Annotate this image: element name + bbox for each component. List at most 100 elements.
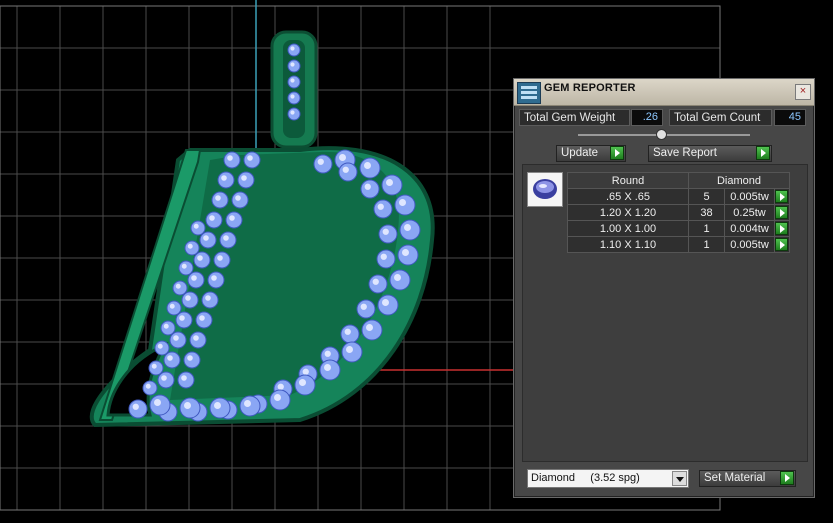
select-row-button[interactable] (775, 190, 788, 203)
gem-stone (177, 371, 195, 389)
gem-highlight (377, 203, 384, 210)
table-row: 1.20 X 1.20 38 0.25tw (567, 204, 790, 221)
gem-stone (399, 219, 421, 241)
save-report-button[interactable]: Save Report (648, 145, 772, 162)
close-button[interactable]: × (795, 84, 811, 100)
gem-highlight (181, 263, 187, 269)
gem-highlight (223, 235, 229, 241)
gem-stone (239, 395, 261, 417)
gem-stone (359, 157, 381, 179)
gem-highlight (227, 155, 233, 161)
gem-highlight (364, 183, 371, 190)
gem-stone (184, 240, 200, 256)
round-gem-icon[interactable] (527, 172, 563, 207)
gem-stone (394, 194, 416, 216)
select-row-button[interactable] (775, 206, 788, 219)
gem-stone (243, 151, 261, 169)
gem-highlight (145, 383, 151, 389)
gem-highlight (215, 195, 221, 201)
gem-stone (172, 280, 188, 296)
gem-stone (217, 171, 235, 189)
slider-handle[interactable] (656, 129, 667, 140)
gem-highlight (221, 175, 227, 181)
gem-highlight (173, 335, 179, 341)
gem-stone (287, 91, 301, 105)
gem-stone (376, 249, 396, 269)
gem-stone (313, 154, 333, 174)
gem-stone (338, 162, 358, 182)
gem-highlight (366, 324, 373, 331)
gem-highlight (302, 368, 309, 375)
gem-stone (377, 294, 399, 316)
gem-highlight (175, 283, 181, 289)
gem-highlight (274, 394, 281, 401)
save-report-go-icon (756, 146, 770, 160)
gem-stone (225, 211, 243, 229)
gem-count: 1 (688, 220, 725, 237)
gem-highlight (203, 235, 209, 241)
gem-stone (201, 291, 219, 309)
update-label: Update (561, 147, 599, 159)
shape-header: Round (567, 172, 689, 189)
gem-highlight (187, 355, 193, 361)
material-select[interactable]: Diamond (3.52 spg) (527, 469, 689, 488)
material-header: Diamond (688, 172, 790, 189)
gem-stone (207, 271, 225, 289)
gem-highlight (163, 323, 169, 329)
select-row-button[interactable] (775, 238, 788, 251)
gem-highlight (199, 315, 205, 321)
gem-highlight (132, 403, 139, 410)
gem-highlight (193, 335, 199, 341)
gem-stone (287, 43, 301, 57)
chevron-down-icon[interactable] (672, 471, 687, 486)
gem-highlight (211, 275, 217, 281)
gem-stone (205, 211, 223, 229)
gem-stone (340, 324, 360, 344)
table-row: .65 X .65 5 0.005tw (567, 188, 790, 205)
gem-highlight (247, 155, 253, 161)
select-row-button[interactable] (775, 222, 788, 235)
gem-stone (223, 151, 241, 169)
update-button[interactable]: Update (556, 145, 626, 162)
gem-size: .65 X .65 (567, 188, 689, 205)
total-gem-weight-label: Total Gem Weight (519, 109, 630, 126)
gem-weight: 0.25tw (724, 204, 775, 221)
gem-highlight (290, 78, 295, 83)
panel-titlebar[interactable]: GEM REPORTER × (514, 79, 814, 106)
gem-stone (195, 311, 213, 329)
gem-weight: 0.004tw (724, 220, 775, 237)
gem-highlight (205, 295, 211, 301)
gem-highlight (193, 223, 199, 229)
total-gem-weight-value: .26 (631, 109, 663, 126)
gem-stone (149, 394, 171, 416)
gem-stone (287, 59, 301, 73)
gem-stone (211, 191, 229, 209)
gem-stone (142, 380, 158, 396)
gem-highlight (217, 255, 223, 261)
gem-stone (341, 341, 363, 363)
gem-reporter-app-icon (517, 82, 541, 104)
gem-weight: 0.005tw (724, 188, 775, 205)
gem-stone (213, 251, 231, 269)
gem-highlight (187, 243, 193, 249)
gem-stone (219, 231, 237, 249)
gem-highlight (214, 402, 221, 409)
gem-highlight (317, 158, 324, 165)
gem-stone (190, 220, 206, 236)
gem-stone (187, 271, 205, 289)
gem-table-header: Round Diamond (567, 172, 790, 189)
gem-highlight (197, 255, 203, 261)
gem-highlight (382, 228, 389, 235)
gem-reporter-panel: GEM REPORTER × Total Gem Weight .26 Tota… (513, 78, 815, 498)
gem-highlight (299, 379, 306, 386)
gem-highlight (290, 110, 295, 115)
gem-highlight (380, 253, 387, 260)
gem-stone (179, 397, 201, 419)
set-material-button[interactable]: Set Material (699, 470, 796, 487)
table-row: 1.10 X 1.10 1 0.005tw (567, 236, 790, 253)
gem-stone (199, 231, 217, 249)
gem-highlight (290, 62, 295, 67)
total-gem-count-value: 45 (774, 109, 806, 126)
gem-highlight (241, 175, 247, 181)
gem-highlight (324, 364, 331, 371)
